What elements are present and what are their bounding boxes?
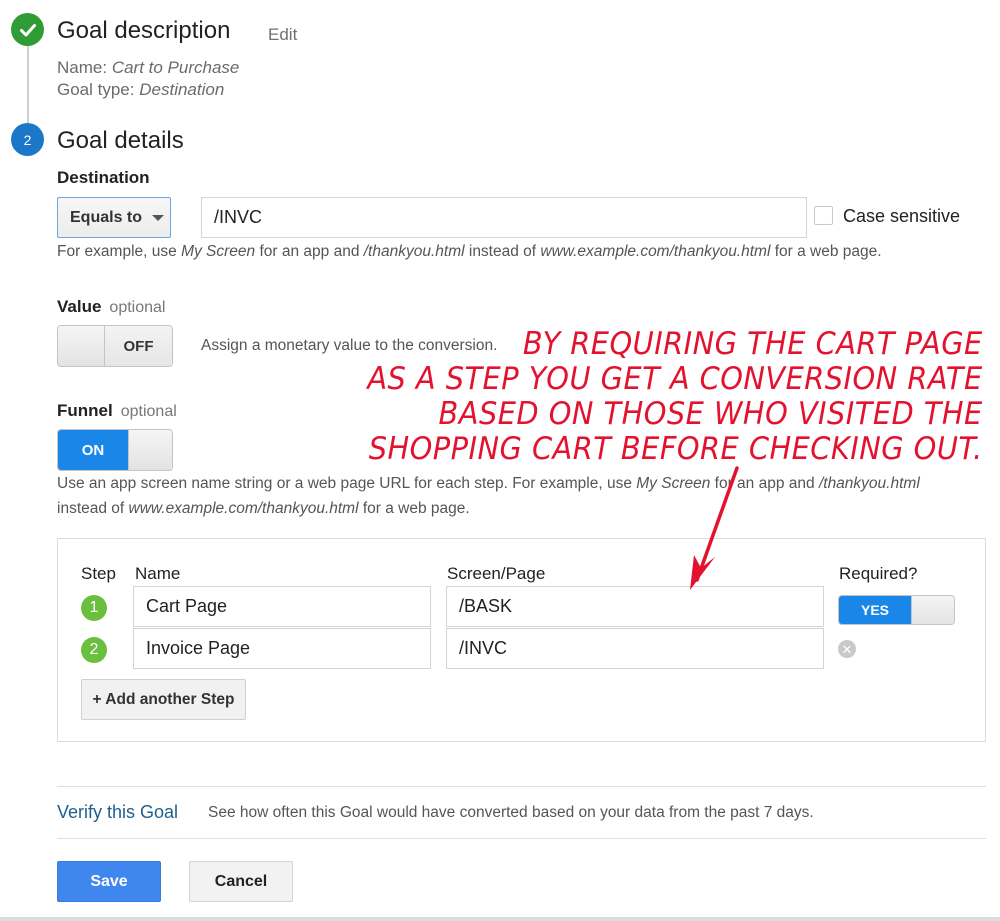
cancel-button[interactable]: Cancel (189, 861, 293, 902)
page-bottom-border (0, 917, 1000, 921)
destination-label: Destination (57, 168, 150, 187)
hint-example-url: www.example.com/thankyou.html (128, 500, 359, 517)
step-complete-badge (11, 13, 44, 46)
hint-text: For example, use (57, 243, 182, 260)
funnel-hint-line-1: Use an app screen name string or a web p… (57, 475, 920, 493)
step-number-badge: 2 (81, 637, 107, 663)
hint-text: instead of (464, 243, 541, 260)
edit-goal-description-link[interactable]: Edit (268, 25, 297, 45)
match-type-dropdown[interactable]: Equals to (57, 197, 171, 238)
hint-example-path: /thankyou.html (363, 243, 465, 260)
toggle-knob (128, 430, 172, 470)
funnel-label-row: Funnel optional (57, 401, 177, 421)
column-header-screen: Screen/Page (447, 564, 546, 583)
hint-text: for an app and (710, 475, 819, 492)
hint-example-app: My Screen (636, 475, 711, 492)
stepper-connector-line (27, 44, 29, 124)
divider (57, 786, 986, 787)
goal-type-line: Goal type: Destination (57, 80, 224, 100)
funnel-label: Funnel (57, 401, 113, 420)
check-icon (19, 23, 36, 36)
hint-example-url: www.example.com/thankyou.html (540, 243, 771, 260)
hint-text: for a web page. (358, 500, 470, 517)
step-name-input[interactable]: Cart Page (133, 586, 431, 627)
verify-goal-link[interactable]: Verify this Goal (57, 802, 178, 823)
funnel-optional-label: optional (120, 403, 177, 420)
required-toggle[interactable]: YES (838, 595, 955, 625)
hint-text: for a web page. (770, 243, 882, 260)
funnel-hint-line-2: instead of www.example.com/thankyou.html… (57, 500, 470, 518)
step-2-badge: 2 (11, 123, 44, 156)
hint-example-path: /thankyou.html (818, 475, 920, 492)
hint-example-app: My Screen (181, 243, 256, 260)
value-toggle[interactable]: OFF (57, 325, 173, 367)
column-header-step: Step (81, 564, 116, 583)
funnel-toggle[interactable]: ON (57, 429, 173, 471)
save-button[interactable]: Save (57, 861, 161, 902)
column-header-name: Name (135, 564, 181, 583)
destination-hint: For example, use My Screen for an app an… (57, 243, 882, 261)
add-step-button[interactable]: + Add another Step (81, 679, 246, 720)
annotation-line: BASED ON THOSE WHO VISITED THE (438, 396, 983, 432)
goal-name-line: Name: Cart to Purchase (57, 58, 239, 78)
step-number-badge: 1 (81, 595, 107, 621)
annotation-line: SHOPPING CART BEFORE CHECKING OUT. (369, 431, 983, 467)
value-label-row: Value optional (57, 297, 165, 317)
annotation-callout: BY REQUIRING THE CART PAGE AS A STEP YOU… (368, 327, 983, 467)
toggle-knob (58, 326, 104, 366)
value-toggle-state: OFF (104, 326, 172, 366)
required-toggle-state: YES (839, 596, 911, 624)
step-screen-input[interactable]: /BASK (446, 586, 824, 627)
case-sensitive-label: Case sensitive (843, 206, 961, 226)
value-label: Value (57, 297, 102, 316)
chevron-down-icon (152, 214, 165, 221)
column-header-required: Required? (839, 564, 918, 583)
divider (57, 838, 986, 839)
step-screen-input[interactable]: /INVC (446, 628, 824, 669)
value-optional-label: optional (109, 299, 166, 316)
remove-step-icon[interactable]: ✕ (838, 640, 856, 658)
destination-input[interactable]: /INVC (201, 197, 807, 238)
goal-details-title: Goal details (57, 127, 184, 154)
annotation-line: AS A STEP YOU GET A CONVERSION RATE (367, 361, 983, 397)
goal-type-value: Destination (139, 80, 225, 99)
hint-text: instead of (57, 500, 129, 517)
annotation-line: BY REQUIRING THE CART PAGE (523, 326, 983, 362)
goal-description-title: Goal description (57, 17, 231, 44)
verify-goal-description: See how often this Goal would have conve… (208, 804, 814, 821)
funnel-toggle-state: ON (58, 430, 128, 470)
goal-name-value: Cart to Purchase (111, 58, 240, 77)
step-name-input[interactable]: Invoice Page (133, 628, 431, 669)
hint-text: Use an app screen name string or a web p… (57, 475, 637, 492)
toggle-knob (911, 596, 954, 624)
goal-name-label: Name: (57, 58, 108, 77)
match-type-value: Equals to (70, 208, 143, 226)
hint-text: for an app and (255, 243, 364, 260)
goal-type-label: Goal type: (57, 80, 135, 99)
case-sensitive-checkbox[interactable] (814, 206, 833, 225)
